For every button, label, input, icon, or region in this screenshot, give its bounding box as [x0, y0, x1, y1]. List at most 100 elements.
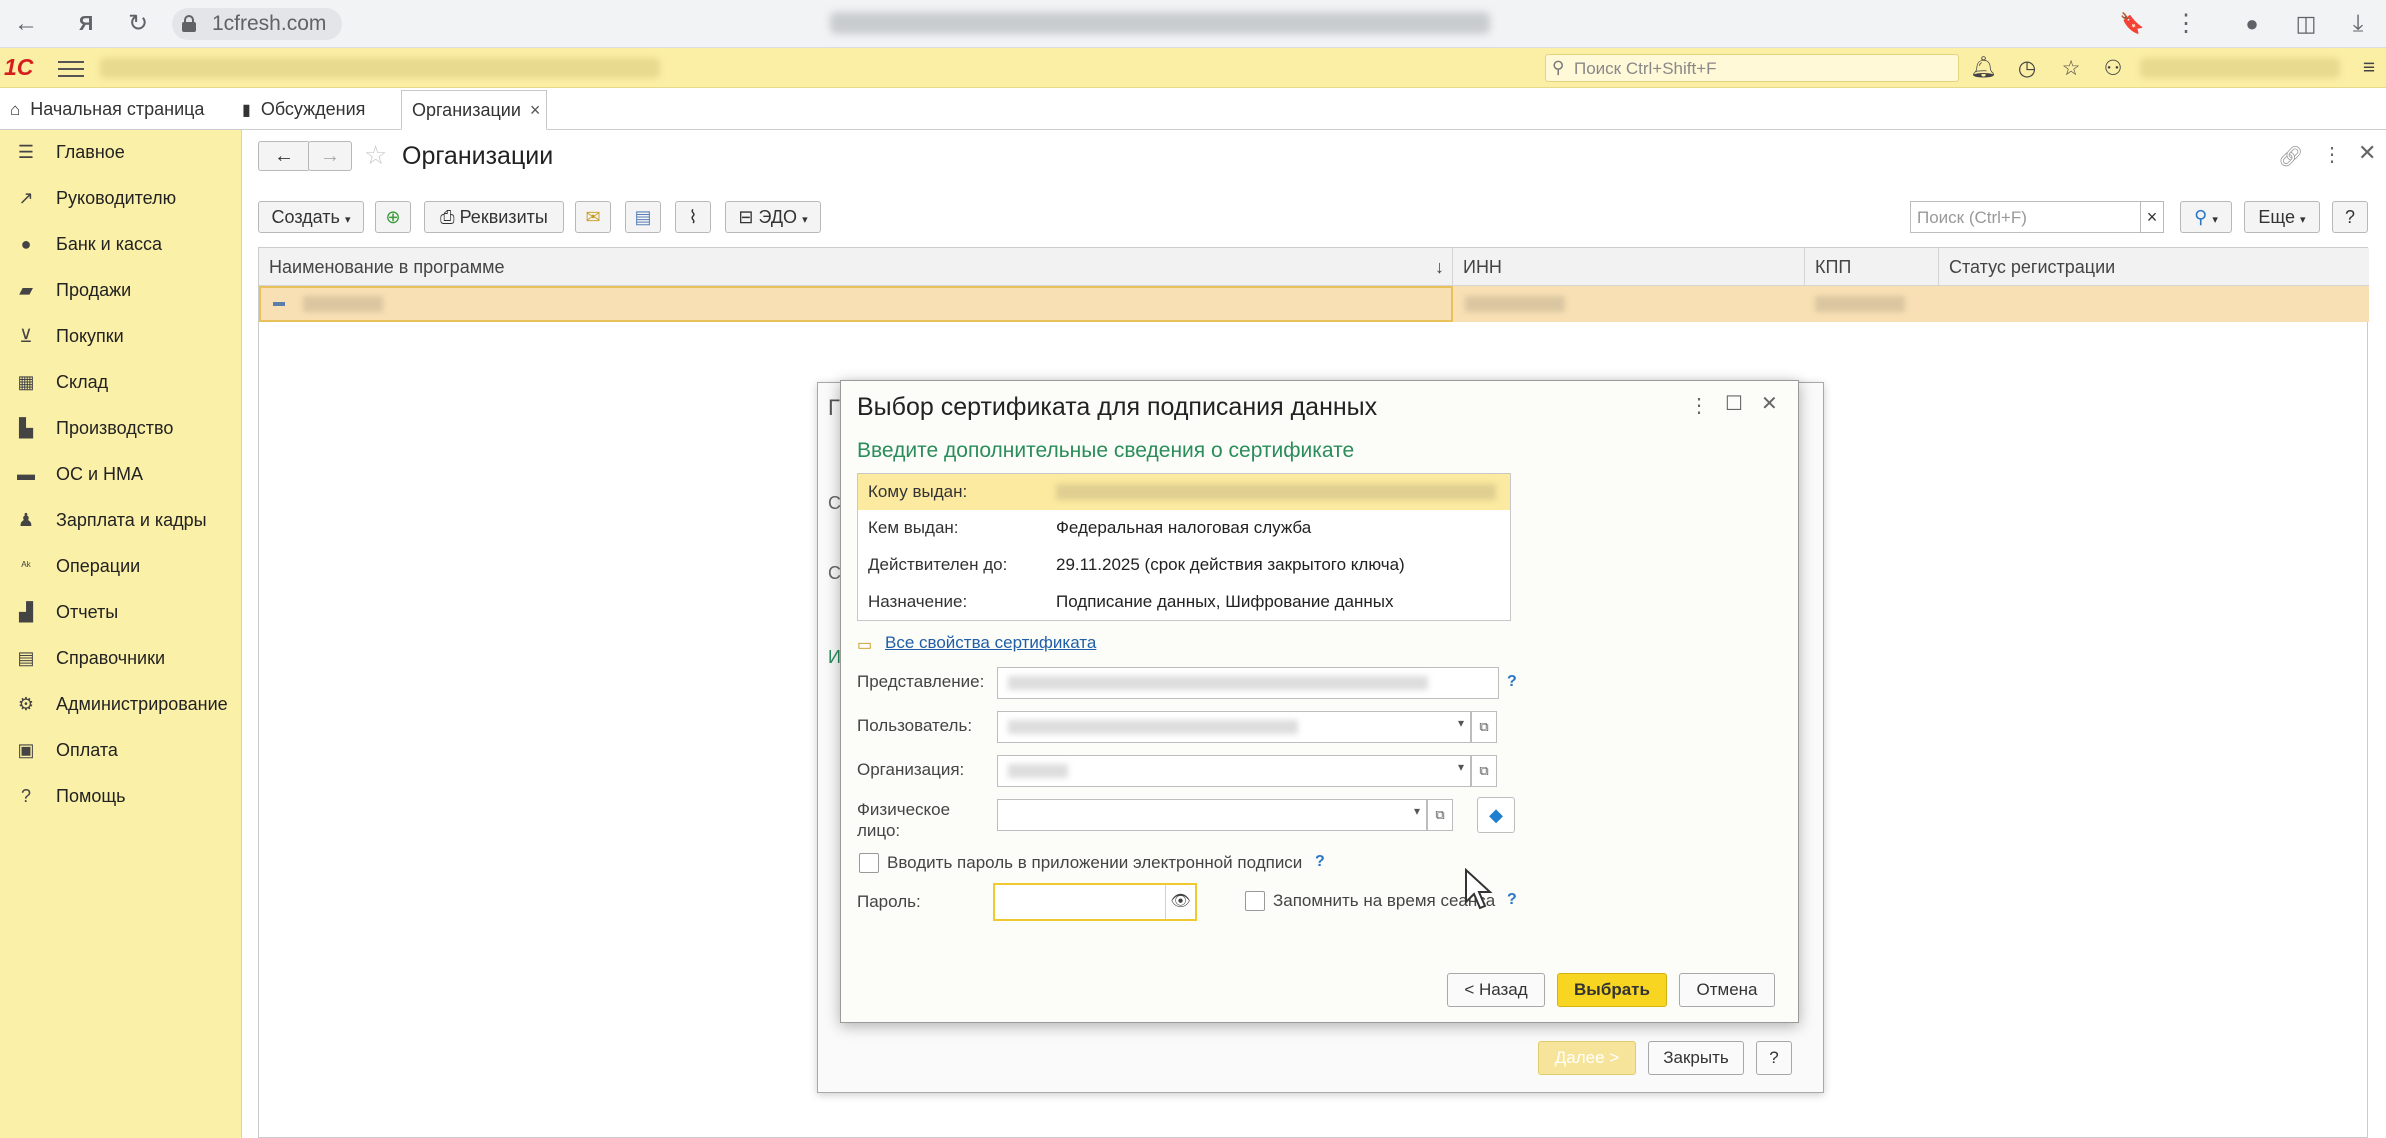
tab-discussions[interactable]: ▮ Обсуждения [232, 90, 392, 130]
password-input[interactable]: 👁︎ [993, 883, 1197, 921]
representation-help-icon[interactable]: ? [1507, 673, 1517, 691]
enter-password-in-app-checkbox[interactable] [859, 853, 879, 873]
history-icon[interactable]: ◷ [2014, 56, 2040, 81]
puzzle-icon[interactable]: ◫ [2290, 8, 2322, 40]
tab-close-icon[interactable]: × [530, 100, 541, 120]
back-dialog-help-button[interactable]: ? [1756, 1041, 1792, 1075]
settings-menu-icon[interactable]: ≡ [2356, 56, 2382, 80]
column-header-status[interactable]: Статус регистрации [1939, 248, 2369, 286]
sidebar-item-warehouse[interactable]: ▦ Склад [0, 362, 242, 402]
sidebar-item-admin[interactable]: ⚙ Администрирование [0, 684, 242, 724]
more-button[interactable]: Еще ▾ [2244, 201, 2320, 233]
individual-field[interactable]: ▾ [997, 799, 1427, 831]
favorite-star-icon[interactable]: ☆ [364, 140, 387, 171]
table-row[interactable] [259, 286, 2369, 322]
dropdown-arrow-icon[interactable]: ▾ [1458, 760, 1464, 774]
close-button[interactable]: Закрыть [1648, 1041, 1744, 1075]
column-header-inn[interactable]: ИНН [1453, 248, 1805, 286]
global-search-input[interactable]: ⚲ Поиск Ctrl+Shift+F [1545, 54, 1959, 82]
document-icon[interactable]: ▤ [625, 201, 661, 233]
column-header-kpp[interactable]: КПП [1805, 248, 1939, 286]
sidebar-item-salary[interactable]: ♟ Зарплата и кадры [0, 500, 242, 540]
user-field[interactable]: ▾ [997, 711, 1471, 743]
sidebar-item-directories[interactable]: ▤ Справочники [0, 638, 242, 678]
certificate-select-dialog: Выбор сертификата для подписания данных … [840, 380, 1799, 1023]
representation-field[interactable] [997, 667, 1499, 699]
search-clear-button[interactable]: × [2140, 201, 2164, 233]
dialog-close-icon[interactable]: ✕ [1761, 391, 1778, 416]
password-label: Пароль: [857, 892, 921, 911]
sidebar-item-reports[interactable]: ▟ Отчеты [0, 592, 242, 632]
next-button[interactable]: Далее > [1538, 1041, 1636, 1075]
tab-organizations[interactable]: Организации × [401, 90, 547, 130]
password-help-icon[interactable]: ? [1507, 891, 1517, 909]
list-search-input[interactable]: Поиск (Ctrl+F) [1910, 201, 2142, 233]
dropdown-arrow-icon[interactable]: ▾ [1414, 804, 1420, 818]
link-icon[interactable]: 🔗︎ [2278, 144, 2303, 169]
organization-value-blurred [1008, 764, 1068, 778]
add-copy-icon[interactable]: ⊕ [375, 201, 411, 233]
show-password-eye-icon[interactable]: 👁︎ [1165, 885, 1195, 919]
individual-fill-icon[interactable]: ◆ [1477, 797, 1515, 833]
user-name-blurred [2140, 58, 2340, 78]
download-icon[interactable]: ⤓ [2342, 8, 2374, 40]
back-button[interactable]: < Назад [1447, 973, 1545, 1007]
bookmark-icon[interactable]: 🔖 [2116, 8, 2148, 40]
factory-icon: ▙ [19, 418, 33, 438]
all-properties-link[interactable]: Все свойства сертификата [885, 633, 1096, 653]
bell-icon[interactable]: 🔔︎ [1970, 56, 1997, 80]
cancel-button[interactable]: Отмена [1679, 973, 1775, 1007]
printer-icon: ⎙ [440, 207, 455, 227]
row-marker-icon [273, 302, 285, 306]
sidebar-item-assets[interactable]: ▬ ОС и НМА [0, 454, 242, 494]
sidebar-item-help[interactable]: ? Помощь [0, 776, 242, 816]
sidebar-item-manager[interactable]: ↗ Руководителю [0, 178, 242, 218]
sidebar-item-operations[interactable]: ᴬᵏ Операции [0, 546, 242, 586]
more-dots-icon[interactable]: ⋮ [2322, 142, 2342, 167]
column-header-name[interactable]: Наименование в программе ↓ [259, 248, 1453, 286]
search-button[interactable]: ⚲ ▾ [2180, 201, 2232, 233]
nav-back-button[interactable]: ← [258, 141, 310, 171]
person-icon: ♟ [17, 510, 35, 530]
back-arrow-icon[interactable]: ← [10, 8, 42, 40]
address-bar[interactable]: 1cfresh.com [172, 8, 342, 40]
attachment-icon[interactable]: ⌇ [675, 201, 711, 233]
extension-icon[interactable]: ● [2236, 8, 2268, 40]
sidebar-item-purchases[interactable]: ⊻ Покупки [0, 316, 242, 356]
users-icon[interactable]: ⚇ [2100, 56, 2126, 81]
sidebar-item-main[interactable]: ☰ Главное [0, 132, 242, 172]
trend-icon: ↗ [18, 188, 34, 208]
edo-icon: ⊟ [738, 207, 754, 227]
cert-row-issued-to[interactable]: Кому выдан: [858, 474, 1510, 510]
help-button[interactable]: ? [2332, 201, 2368, 233]
yandex-icon[interactable]: Я [70, 8, 102, 40]
maximize-icon[interactable]: ☐ [1725, 391, 1743, 416]
cert-row-purpose: Назначение: Подписание данных, Шифрование… [868, 592, 1394, 611]
sidebar-item-payment[interactable]: ▣ Оплата [0, 730, 242, 770]
envelope-icon[interactable]: ✉ [575, 201, 611, 233]
sidebar-item-bank[interactable]: ● Банк и касса [0, 224, 242, 264]
reload-icon[interactable]: ↻ [122, 8, 154, 40]
dropdown-arrow-icon[interactable]: ▾ [1458, 716, 1464, 730]
remember-session-checkbox[interactable] [1245, 891, 1265, 911]
star-icon[interactable]: ☆ [2058, 56, 2084, 81]
hamburger-menu-icon[interactable] [58, 56, 84, 78]
requisites-button[interactable]: ⎙ Реквизиты [424, 201, 564, 233]
user-open-icon[interactable]: ⧉ [1471, 711, 1497, 743]
menu-dots-icon[interactable]: ⋮ [2170, 8, 2202, 40]
select-button[interactable]: Выбрать [1557, 973, 1667, 1007]
edo-button[interactable]: ⊟ ЭДО ▾ [725, 201, 821, 233]
close-page-icon[interactable]: ✕ [2358, 140, 2376, 166]
inn-blurred [1465, 296, 1565, 312]
nav-forward-button[interactable]: → [308, 141, 352, 171]
individual-open-icon[interactable]: ⧉ [1427, 799, 1453, 831]
sidebar-item-production[interactable]: ▙ Производство [0, 408, 242, 448]
organization-field[interactable]: ▾ [997, 755, 1471, 787]
sidebar-item-sales[interactable]: ▰ Продажи [0, 270, 242, 310]
dialog-more-icon[interactable]: ⋮ [1689, 393, 1709, 418]
organization-open-icon[interactable]: ⧉ [1471, 755, 1497, 787]
tab-home[interactable]: ⌂ Начальная страница [0, 90, 226, 130]
1c-logo: 1С [4, 54, 34, 80]
create-button[interactable]: Создать ▾ [258, 201, 364, 233]
enter-password-help-icon[interactable]: ? [1315, 853, 1325, 871]
